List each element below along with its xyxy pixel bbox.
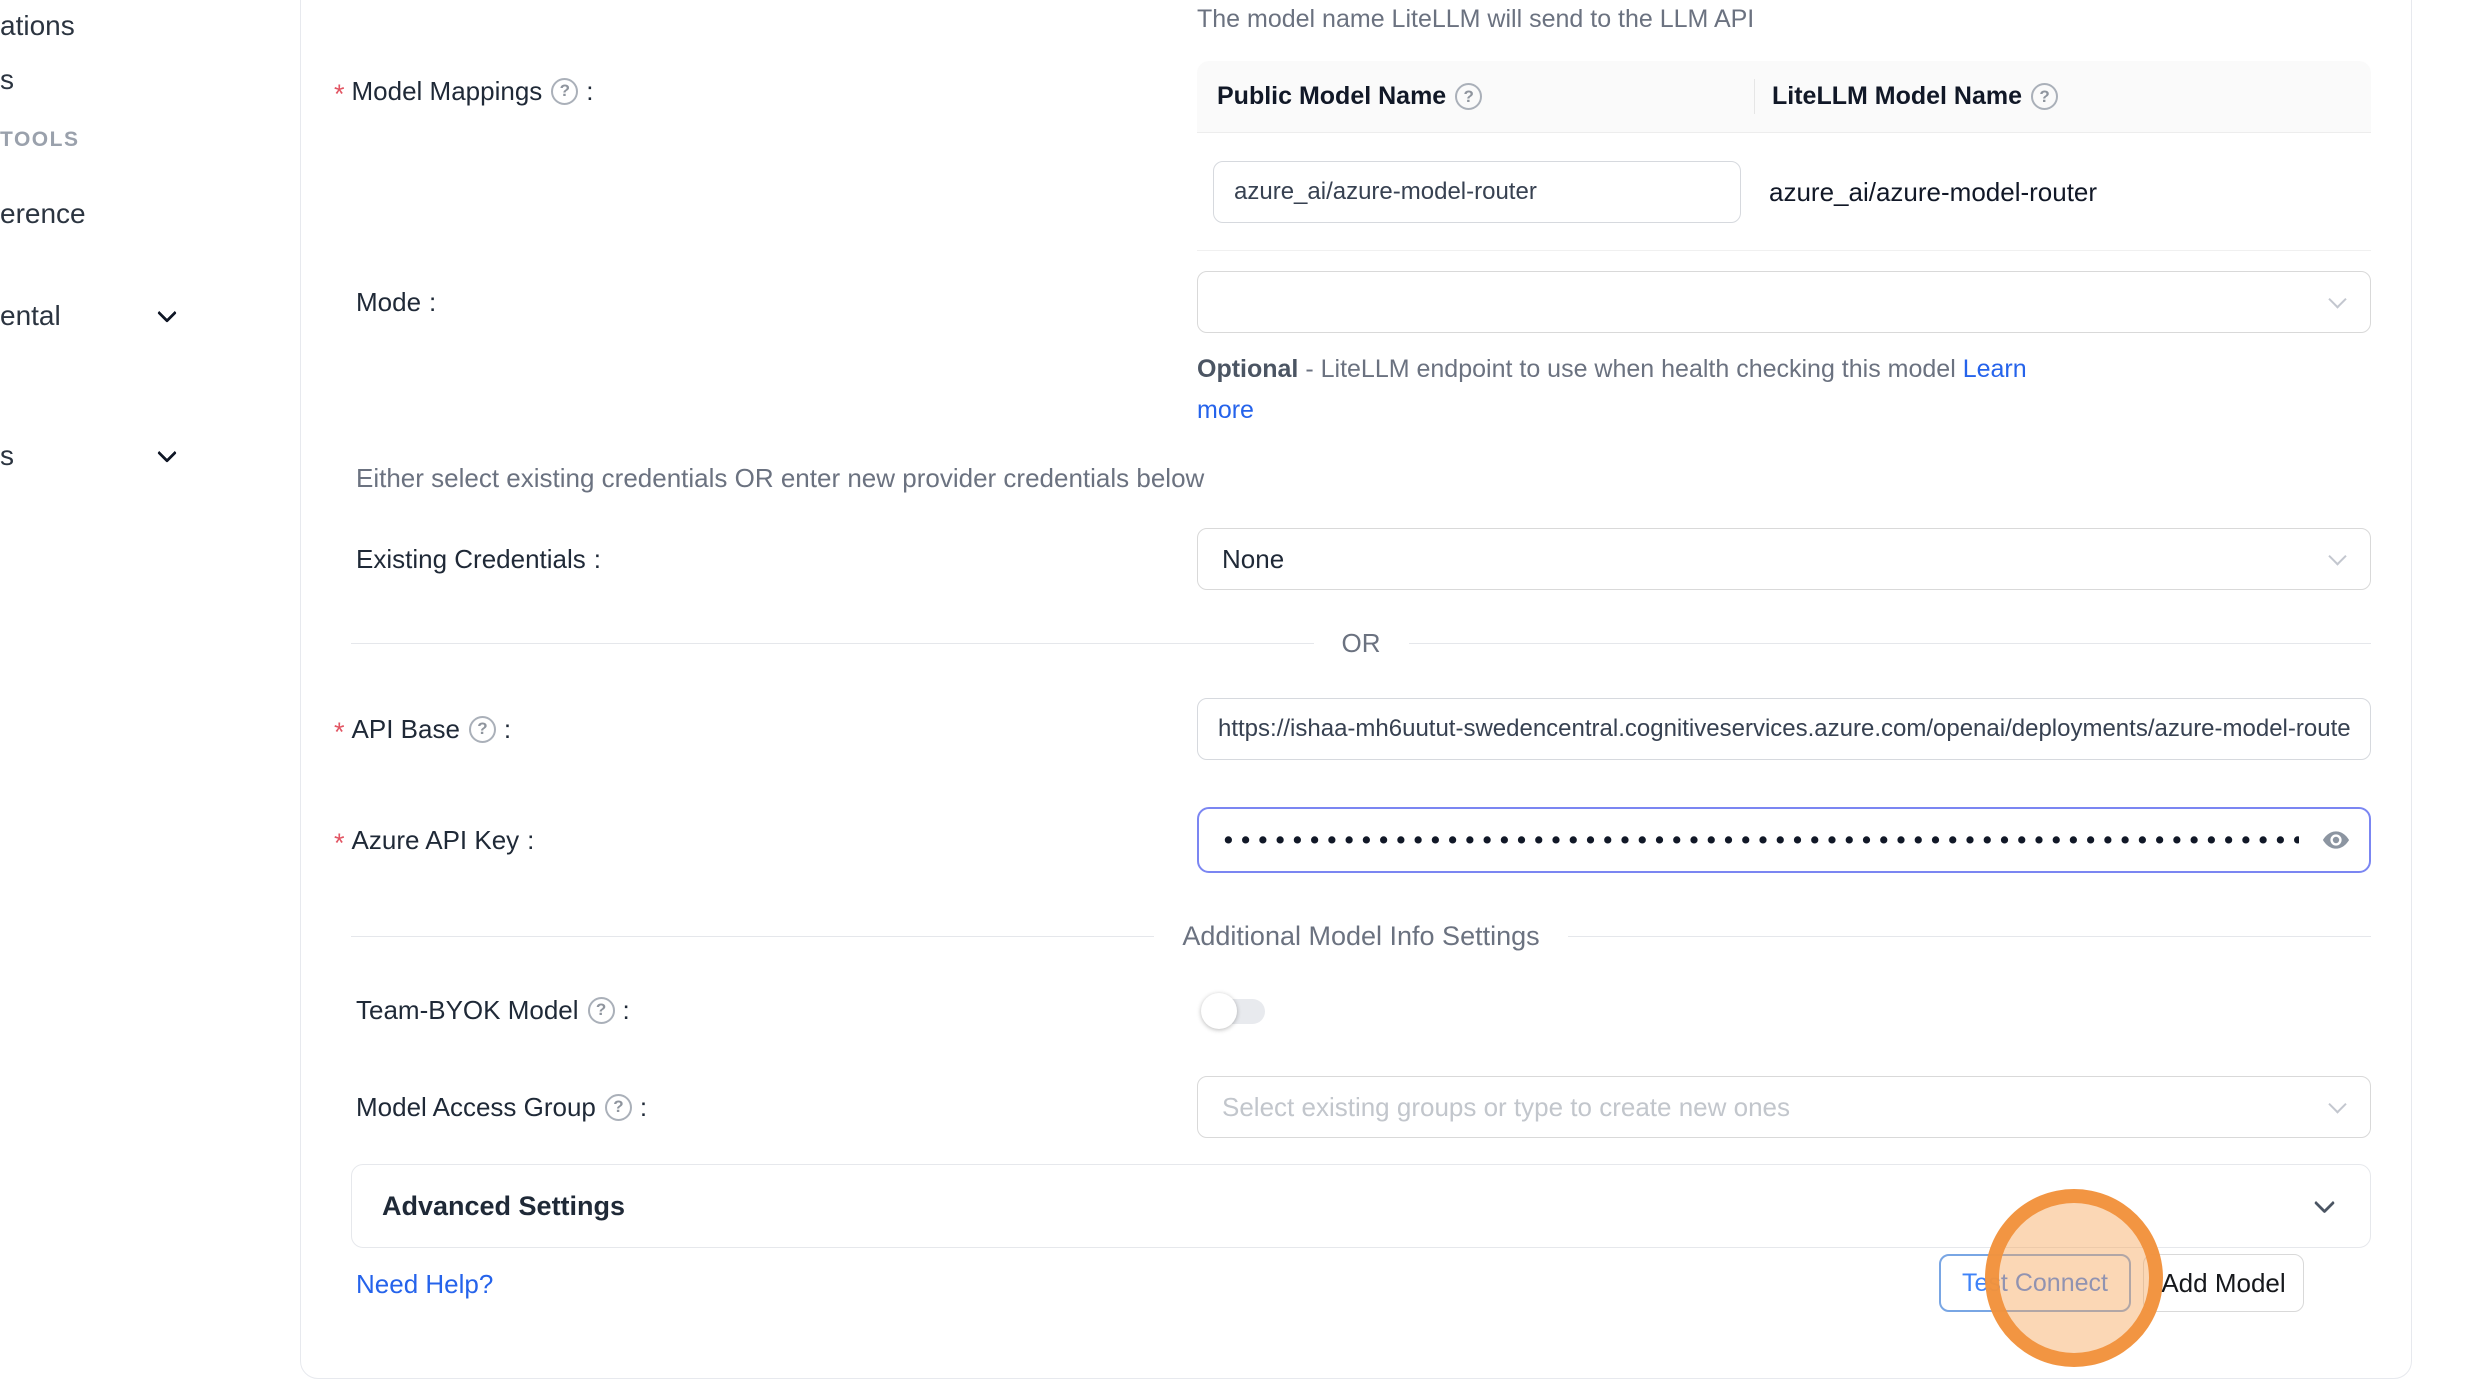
label-text: Existing Credentials: [356, 541, 586, 577]
label-text: Azure API Key: [352, 822, 520, 858]
label-colon: [429, 284, 436, 320]
team-byok-label: Team-BYOK Model: [356, 992, 630, 1028]
chevron-down-icon: [2314, 1192, 2335, 1213]
mode-select[interactable]: [1197, 271, 2371, 333]
help-circle-icon[interactable]: [605, 1094, 632, 1121]
label-colon: [504, 711, 511, 747]
team-byok-toggle[interactable]: [1201, 995, 1267, 1027]
toggle-knob: [1201, 993, 1237, 1029]
column-header-label: LiteLLM Model Name: [1772, 82, 2022, 111]
or-divider-label: OR: [1342, 628, 1381, 659]
sidebar-item[interactable]: ations: [0, 8, 75, 44]
chevron-down-icon: [2328, 290, 2346, 308]
required-asterisk: [334, 822, 352, 858]
model-access-group-input[interactable]: [1198, 1077, 2370, 1137]
api-base-label: API Base: [334, 711, 511, 747]
sidebar-section-tools: TOOLS: [0, 128, 79, 152]
sidebar-item-expandable[interactable]: ental: [0, 298, 210, 334]
model-access-group-select[interactable]: [1197, 1076, 2371, 1138]
test-connect-button[interactable]: Test Connect: [1939, 1254, 2131, 1312]
column-header-public-model-name: Public Model Name: [1197, 82, 1754, 111]
help-circle-icon[interactable]: [1455, 83, 1482, 110]
help-bold: Optional: [1197, 355, 1298, 383]
chevron-down-icon: [157, 303, 177, 323]
existing-credentials-select[interactable]: None: [1197, 528, 2371, 590]
sidebar-item[interactable]: s: [0, 62, 14, 98]
chevron-down-icon: [2328, 547, 2346, 565]
add-model-form-card: The model name LiteLLM will send to the …: [300, 0, 2412, 1379]
mode-help-text: Optional - LiteLLM endpoint to use when …: [1197, 349, 2077, 431]
mapping-help-text: The model name LiteLLM will send to the …: [1197, 5, 1754, 34]
table-header-row: Public Model Name LiteLLM Model Name: [1197, 61, 2371, 133]
public-model-name-input[interactable]: [1213, 161, 1741, 223]
azure-api-key-input[interactable]: [1199, 809, 2299, 871]
sidebar-item-label: s: [0, 440, 14, 471]
credentials-note: Either select existing credentials OR en…: [356, 463, 1204, 494]
sidebar: ations s TOOLS erence ental s: [0, 0, 298, 1385]
label-text: API Base: [352, 711, 460, 747]
existing-credentials-label: Existing Credentials: [356, 541, 601, 577]
api-base-input[interactable]: [1197, 698, 2371, 760]
table-row: azure_ai/azure-model-router: [1197, 133, 2371, 251]
add-model-button[interactable]: Add Model: [2143, 1254, 2304, 1312]
or-divider: OR: [351, 623, 2371, 663]
additional-info-divider: Additional Model Info Settings: [351, 916, 2371, 956]
advanced-settings-title: Advanced Settings: [382, 1191, 625, 1222]
label-colon: [594, 541, 601, 577]
help-circle-icon[interactable]: [2031, 83, 2058, 110]
add-model-page: ations s TOOLS erence ental s The model …: [0, 0, 2477, 1385]
model-mappings-label: Model Mappings: [334, 73, 594, 109]
column-header-litellm-model-name: LiteLLM Model Name: [1754, 61, 2371, 132]
selected-value: None: [1222, 529, 1284, 589]
advanced-settings-panel[interactable]: Advanced Settings: [351, 1164, 2371, 1248]
help-rest: - LiteLLM endpoint to use when health ch…: [1305, 355, 1955, 383]
additional-info-divider-label: Additional Model Info Settings: [1182, 921, 1539, 952]
label-text: Mode: [356, 284, 421, 320]
label-colon: [586, 73, 593, 109]
sidebar-item-label: ental: [0, 300, 61, 331]
azure-api-key-field: [1197, 807, 2371, 873]
label-colon: [623, 992, 630, 1028]
model-access-group-label: Model Access Group: [356, 1089, 647, 1125]
required-asterisk: [334, 73, 352, 109]
required-asterisk: [334, 711, 352, 747]
sidebar-item-expandable[interactable]: s: [0, 438, 210, 474]
label-colon: [640, 1089, 647, 1125]
help-circle-icon[interactable]: [469, 716, 496, 743]
label-text: Team-BYOK Model: [356, 992, 579, 1028]
label-text: Model Mappings: [352, 73, 543, 109]
litellm-model-name-value: azure_ai/azure-model-router: [1769, 133, 2097, 251]
sidebar-item[interactable]: erence: [0, 196, 86, 232]
column-header-label: Public Model Name: [1217, 82, 1446, 111]
azure-api-key-label: Azure API Key: [334, 822, 534, 858]
help-circle-icon[interactable]: [551, 78, 578, 105]
label-colon: [527, 822, 534, 858]
help-circle-icon[interactable]: [588, 997, 615, 1024]
mode-label: Mode: [356, 284, 436, 320]
model-mappings-table: Public Model Name LiteLLM Model Name azu…: [1197, 61, 2371, 251]
chevron-down-icon: [157, 443, 177, 463]
label-text: Model Access Group: [356, 1089, 596, 1125]
need-help-link[interactable]: Need Help?: [356, 1264, 493, 1304]
show-password-eye-icon[interactable]: [2319, 823, 2353, 857]
